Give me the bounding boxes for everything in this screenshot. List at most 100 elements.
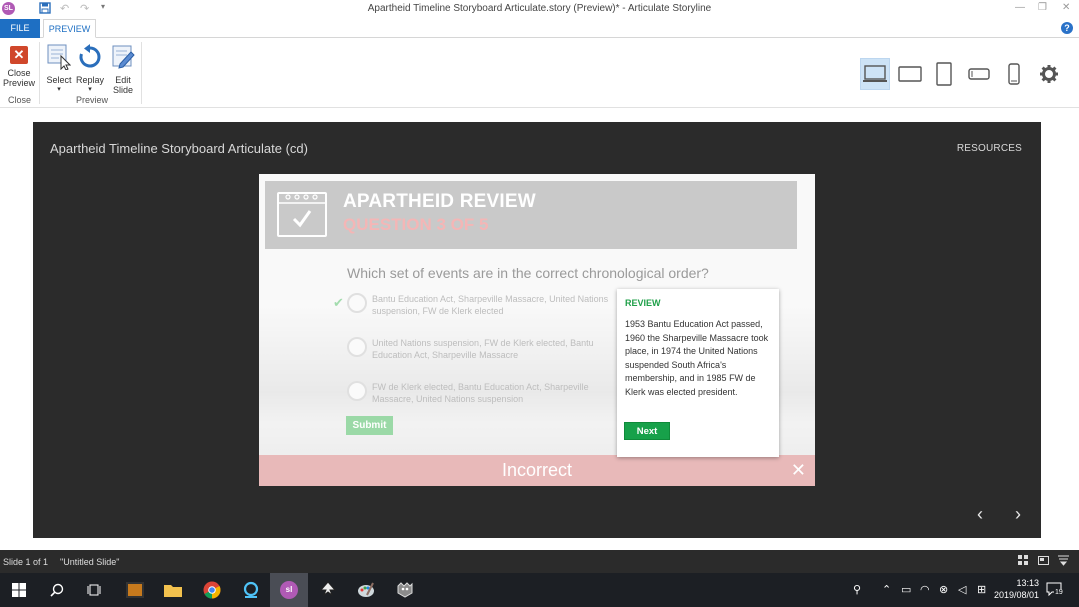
phone-portrait-icon [1008, 63, 1020, 85]
select-button[interactable]: Select ▾ [44, 44, 74, 95]
radio-button[interactable] [347, 293, 367, 313]
taskbar-app-file-explorer[interactable] [154, 573, 192, 607]
calendar-check-icon [277, 192, 327, 237]
resources-link[interactable]: RESOURCES [957, 143, 1022, 154]
next-slide-button[interactable]: › [1015, 504, 1021, 525]
correct-checkmark-icon: ✔ [333, 295, 344, 310]
articulate-icon [243, 581, 259, 598]
desktop-icon [863, 65, 887, 82]
taskbar-app-storyline-project[interactable] [116, 573, 154, 607]
status-bar: Slide 1 of 1 "Untitled Slide" [0, 550, 1079, 573]
question-text: Which set of events are in the correct c… [347, 265, 709, 281]
close-window-button[interactable]: ✕ [1062, 2, 1070, 13]
review-popup: REVIEW 1953 Bantu Education Act passed, … [617, 289, 779, 457]
tablet-landscape-icon [898, 66, 922, 82]
gear-icon [1040, 65, 1058, 83]
search-button[interactable] [38, 573, 76, 607]
inkscape-icon [319, 581, 337, 597]
close-icon: ✕ [10, 46, 28, 64]
taskbar-app-paint[interactable] [347, 573, 385, 607]
project-title: Apartheid Timeline Storyboard Articulate… [50, 141, 308, 156]
close-preview-label: Close Preview [2, 68, 35, 88]
storyline-icon: sl [280, 581, 298, 599]
windows-taskbar: sl ⚲ ⌃ ▭ ◠ ⊗ ◁ ⊞ 13:13 2019/08/01 19 [0, 573, 1079, 607]
storyline-project-icon [126, 582, 144, 598]
tab-preview[interactable]: PREVIEW [43, 19, 96, 38]
slide-view-icon[interactable] [1038, 555, 1049, 568]
task-view-button[interactable] [76, 573, 114, 607]
group-separator [141, 42, 142, 104]
ribbon: ✕ Close Preview Close Select ▾ Replay ▾ … [0, 38, 1079, 108]
taskbar-app-chrome[interactable] [193, 573, 231, 607]
taskbar-app-articulate[interactable] [232, 573, 270, 607]
close-feedback-icon[interactable]: ✕ [791, 455, 806, 486]
radio-button[interactable] [347, 337, 367, 357]
review-body: 1953 Bantu Education Act passed, 1960 th… [625, 319, 769, 397]
tablet-portrait-view-button[interactable] [929, 58, 959, 90]
answer-option-label: Bantu Education Act, Sharpeville Massacr… [372, 294, 609, 316]
minimize-button[interactable]: — [1015, 2, 1025, 13]
normal-view-icon[interactable] [1018, 555, 1029, 568]
title-bar: SL ↶ ↷ ▾ Apartheid Timeline Storyboard A… [0, 0, 1079, 18]
replay-label: Replay [75, 75, 104, 85]
slide: APARTHEID REVIEW QUESTION 3 OF 5 Which s… [259, 174, 815, 486]
previous-slide-button[interactable]: ‹ [977, 504, 983, 525]
paint-palette-icon [358, 582, 374, 597]
close-preview-button[interactable]: ✕ Close Preview [2, 44, 36, 88]
replay-button[interactable]: Replay ▾ [75, 44, 105, 95]
player-stage: Apartheid Timeline Storyboard Articulate… [33, 122, 1041, 538]
windows-logo-icon [12, 583, 26, 597]
folder-icon [164, 585, 182, 597]
battery-icon[interactable]: ▭ [901, 583, 911, 596]
desktop-view-button[interactable] [860, 58, 890, 90]
replay-icon [75, 44, 105, 72]
notifications-button[interactable]: 19 [1046, 582, 1064, 599]
tab-file[interactable]: FILE [0, 19, 40, 38]
chrome-icon [203, 581, 221, 599]
network-blocked-icon[interactable]: ⊗ [939, 583, 948, 596]
wifi-icon[interactable]: ◠ [920, 583, 930, 596]
task-view-icon [87, 584, 101, 596]
taskbar-app-gimp[interactable] [386, 573, 424, 607]
ribbon-tabs: FILE PREVIEW ? [0, 19, 1079, 38]
phone-landscape-icon [968, 68, 990, 80]
show-hidden-icons-icon[interactable]: ⌃ [882, 583, 891, 596]
group-label-preview: Preview [76, 95, 109, 105]
slide-counter: Slide 1 of 1 [3, 557, 49, 567]
taskbar-app-storyline[interactable]: sl [270, 573, 308, 607]
header-title: APARTHEID REVIEW [343, 191, 536, 212]
start-button[interactable] [0, 573, 38, 607]
gimp-icon [397, 582, 413, 598]
maximize-button[interactable]: ❐ [1038, 2, 1047, 13]
select-label: Select [46, 75, 72, 85]
replay-dropdown-icon[interactable]: ▾ [75, 85, 105, 95]
clock-date: 2019/08/01 [993, 590, 1039, 600]
phone-portrait-view-button[interactable] [999, 58, 1029, 90]
header-question-count: QUESTION 3 OF 5 [343, 215, 489, 234]
volume-icon[interactable]: ◁ [958, 583, 966, 596]
review-heading: REVIEW [625, 298, 661, 308]
help-icon[interactable]: ? [1061, 22, 1073, 34]
people-icon[interactable]: ⚲ [853, 583, 861, 596]
window-title: Apartheid Timeline Storyboard Articulate… [367, 3, 712, 14]
tablet-portrait-icon [936, 62, 952, 86]
phone-landscape-view-button[interactable] [964, 58, 994, 90]
submit-button[interactable]: Submit [346, 416, 393, 435]
edit-slide-button[interactable]: Edit Slide [108, 44, 138, 95]
select-dropdown-icon[interactable]: ▾ [44, 85, 74, 95]
edit-slide-icon [108, 44, 138, 72]
settings-button[interactable] [1034, 58, 1064, 90]
group-label-close: Close [8, 95, 32, 105]
radio-button[interactable] [347, 381, 367, 401]
taskbar-app-inkscape[interactable] [309, 573, 347, 607]
next-button[interactable]: Next [624, 422, 670, 440]
tablet-landscape-view-button[interactable] [895, 58, 925, 90]
answer-option-label: United Nations suspension, FW de Klerk e… [372, 338, 594, 360]
search-icon [50, 583, 64, 597]
slide-name: "Untitled Slide" [60, 557, 120, 567]
clock-time: 13:13 [1016, 578, 1039, 588]
clock[interactable]: 13:13 2019/08/01 [984, 577, 1039, 601]
edit-slide-label: Edit Slide [112, 75, 133, 95]
slide-header: APARTHEID REVIEW QUESTION 3 OF 5 [265, 181, 797, 249]
fit-to-window-icon[interactable] [1058, 555, 1069, 568]
